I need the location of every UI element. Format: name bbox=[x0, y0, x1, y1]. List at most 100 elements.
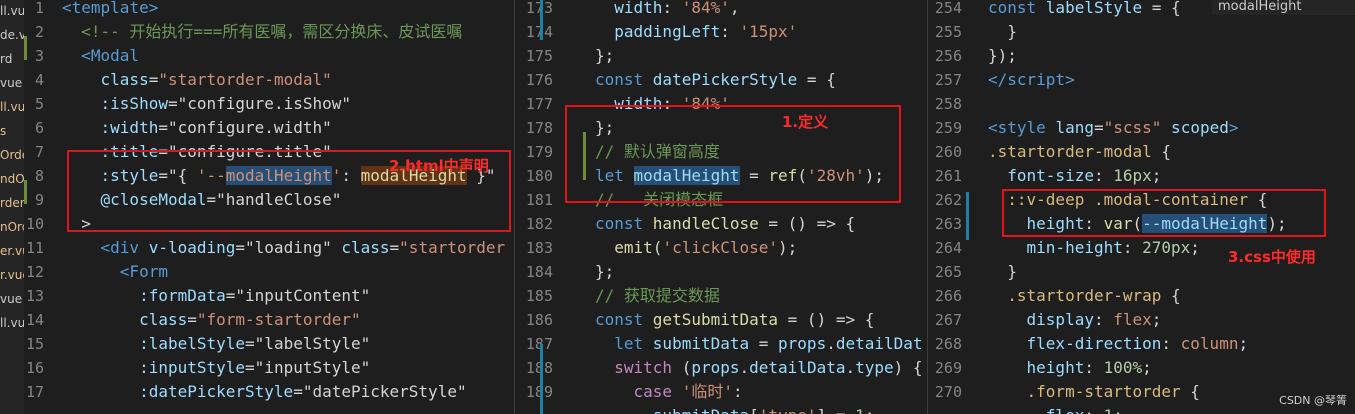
file-tree-item[interactable]: Orde bbox=[0, 148, 24, 162]
code-token: submitData bbox=[653, 406, 749, 414]
code-line[interactable]: <!-- 开始执行===所有医嘱，需区分换床、皮试医嘱 bbox=[62, 20, 514, 44]
code-token: = { bbox=[1142, 0, 1181, 17]
code-token: labelStyle bbox=[1045, 0, 1143, 17]
code-line[interactable]: .startorder-wrap { bbox=[988, 284, 1355, 308]
file-tree-item[interactable]: rder bbox=[0, 196, 24, 210]
line-number: 16 bbox=[25, 359, 44, 377]
line-number: 3 bbox=[34, 47, 44, 65]
code-line[interactable]: submitData['type'] = 1; bbox=[595, 404, 927, 414]
code-token: = { bbox=[797, 70, 836, 89]
code-line[interactable]: // 获取提交数据 bbox=[595, 284, 927, 308]
code-line[interactable]: height: 100%; bbox=[988, 356, 1355, 380]
code-line[interactable]: } bbox=[988, 20, 1355, 44]
code-line[interactable]: class="form-startorder" bbox=[62, 308, 514, 332]
code-line[interactable]: const handleClose = () => { bbox=[595, 212, 927, 236]
code-token: const bbox=[595, 310, 653, 329]
code-line[interactable]: display: flex; bbox=[988, 308, 1355, 332]
code-token: < bbox=[62, 0, 72, 17]
line-number: 14 bbox=[25, 311, 44, 329]
code-line[interactable]: <style lang="scss" scoped> bbox=[988, 116, 1355, 140]
code-line[interactable]: :width="configure.width" bbox=[62, 116, 514, 140]
file-tree-item[interactable]: vue bbox=[0, 76, 22, 90]
file-tree-item[interactable]: nOrd bbox=[0, 220, 24, 234]
code-line[interactable]: const getSubmitData = () => { bbox=[595, 308, 927, 332]
code-token: ); bbox=[778, 238, 798, 257]
code-token: 'clickClose' bbox=[662, 238, 779, 257]
file-tree-item[interactable]: de.vue bbox=[0, 28, 24, 42]
code-token: > bbox=[148, 0, 159, 17]
code-token: class bbox=[139, 310, 188, 329]
git-change-marker bbox=[966, 192, 969, 240]
line-number: 188 bbox=[515, 356, 553, 380]
code-token: const bbox=[988, 0, 1046, 17]
code-line[interactable]: class="startorder-modal" bbox=[62, 68, 514, 92]
code-token: .form-startorder bbox=[1026, 382, 1181, 401]
code-line[interactable]: <Modal bbox=[62, 44, 514, 68]
code-token: flex-direction bbox=[1026, 334, 1162, 353]
code-line[interactable]: emit('clickClose'); bbox=[595, 236, 927, 260]
code-line[interactable]: width: '84%', bbox=[595, 0, 927, 20]
code-token: :inputStyle bbox=[139, 358, 246, 377]
code-line[interactable]: :formData="inputContent" bbox=[62, 284, 514, 308]
find-widget[interactable]: modalHeight bbox=[1212, 0, 1355, 15]
code-line[interactable]: :isShow="configure.isShow" bbox=[62, 92, 514, 116]
code-line[interactable]: case '临时': bbox=[595, 380, 927, 404]
file-tree-item[interactable]: ll.vue bbox=[0, 4, 24, 18]
git-change-marker bbox=[24, 180, 27, 204]
file-tree-item[interactable]: vue bbox=[0, 292, 22, 306]
file-tree-item[interactable]: er.vu bbox=[0, 244, 24, 258]
file-tree-item[interactable]: ll.vue bbox=[0, 316, 24, 330]
code-token: { bbox=[1180, 382, 1200, 401]
file-tree-item[interactable]: r.vue bbox=[0, 268, 24, 282]
line-number: 260 bbox=[934, 143, 962, 161]
code-line[interactable]: flex-direction: column; bbox=[988, 332, 1355, 356]
code-token: = bbox=[1093, 118, 1104, 137]
code-token: : bbox=[732, 382, 743, 401]
code-line[interactable]: <div v-loading="loading" class="startord… bbox=[62, 236, 514, 260]
annotation-css-use: 3.css中使用 bbox=[1228, 248, 1316, 266]
code-line[interactable]: }; bbox=[595, 44, 927, 68]
code-line[interactable]: font-size: 16px; bbox=[988, 164, 1355, 188]
editor-pane-script[interactable]: 173174 175 176 177 178 179 180 181 182 183 184 185 1… bbox=[515, 0, 927, 414]
code-line[interactable]: <Form bbox=[62, 260, 514, 284]
file-tree-item[interactable]: rd bbox=[0, 52, 12, 66]
file-tree-item[interactable]: ll.vue bbox=[0, 100, 24, 114]
code-line[interactable]: switch (props.detailData.type) { bbox=[595, 356, 927, 380]
line-number: 256 bbox=[934, 47, 962, 65]
code-token: flex bbox=[1113, 310, 1152, 329]
code-token: } bbox=[988, 22, 1017, 41]
code-line[interactable]: :labelStyle="labelStyle" bbox=[62, 332, 514, 356]
code-line[interactable]: }); bbox=[988, 44, 1355, 68]
code-token: 1 bbox=[1104, 406, 1114, 414]
code-token: : bbox=[662, 0, 682, 17]
code-token: lang bbox=[1045, 118, 1094, 137]
code-token: "form-startorder" bbox=[196, 310, 361, 329]
code-token: <Modal bbox=[81, 46, 140, 65]
code-token: ; bbox=[1238, 334, 1249, 353]
code-line[interactable]: paddingLeft: '15px' bbox=[595, 20, 927, 44]
code-line[interactable]: }; bbox=[595, 260, 927, 284]
code-line[interactable] bbox=[988, 92, 1355, 116]
code-token: display bbox=[1026, 310, 1094, 329]
code-line[interactable]: :datePickerStyle="datePickerStyle" bbox=[62, 380, 514, 404]
file-tree-item[interactable]: s bbox=[0, 124, 6, 138]
line-gutter: 1 2 3 4 5 6 7 8 9 10 11 12 13 14 15 16 17 bbox=[24, 0, 46, 414]
code-line[interactable]: </script> bbox=[988, 68, 1355, 92]
code-line[interactable]: <template> bbox=[62, 0, 514, 20]
code-token: . bbox=[845, 358, 856, 377]
code-token: < bbox=[988, 118, 998, 137]
code-token: style bbox=[997, 118, 1046, 137]
code-token: props bbox=[778, 334, 827, 353]
code-token: flex bbox=[1046, 406, 1085, 414]
code-line[interactable]: :inputStyle="inputStyle" bbox=[62, 356, 514, 380]
file-tree-item[interactable]: ndO bbox=[0, 172, 24, 186]
code-line[interactable]: let submitData = props.detailDat bbox=[595, 332, 927, 356]
code-line[interactable]: .startorder-modal { bbox=[988, 140, 1355, 164]
code-token: v-loading bbox=[139, 238, 236, 257]
code-line[interactable]: const datePickerStyle = { bbox=[595, 68, 927, 92]
